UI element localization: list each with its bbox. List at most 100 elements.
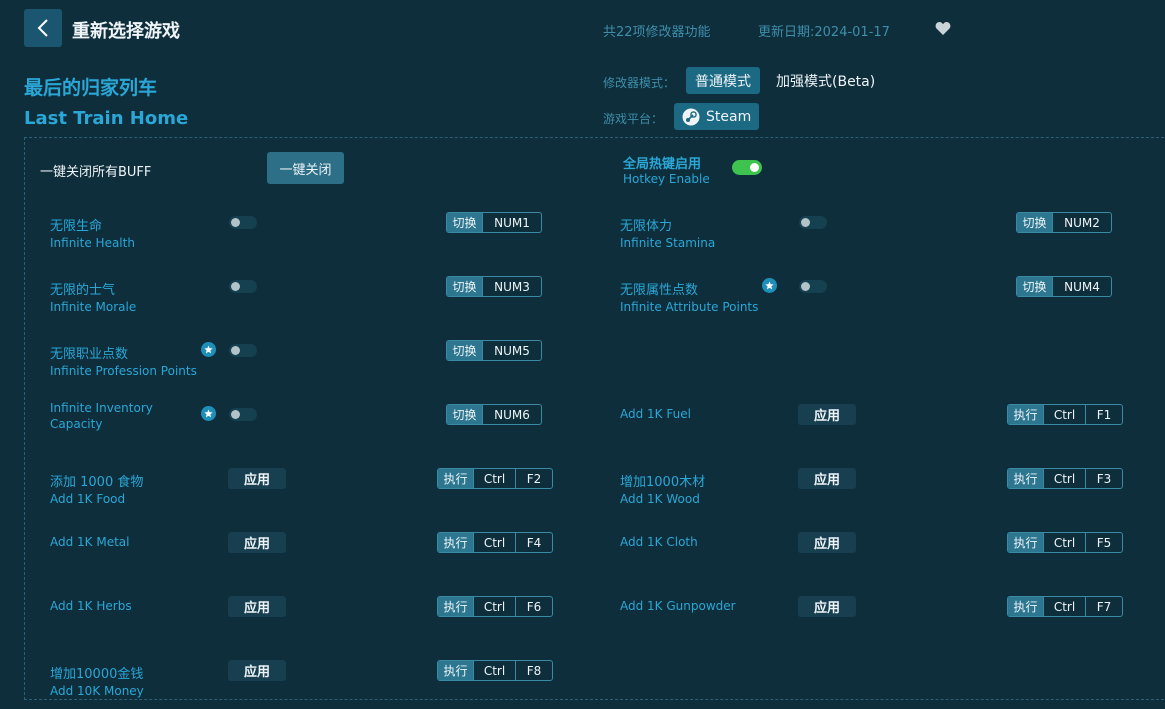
feature-count: 共22项修改器功能	[603, 25, 711, 40]
hotkey-key: Ctrl	[1043, 533, 1085, 552]
hotkey-key: NUM1	[482, 213, 541, 232]
feature-name-cn: 无限体力	[620, 219, 673, 234]
chevron-left-icon	[37, 19, 48, 37]
hotkey-binding[interactable]: 执行 Ctrl F1	[1007, 404, 1123, 425]
hotkey-mode-tag: 切换	[1017, 213, 1052, 232]
steam-platform-button[interactable]: Steam	[674, 103, 760, 130]
hotkey-mode-tag: 切换	[447, 277, 482, 296]
hotkey-mode-tag: 执行	[1008, 469, 1043, 488]
apply-button[interactable]: 应用	[228, 596, 286, 617]
star-icon	[201, 406, 216, 421]
hotkey-key: Ctrl	[1043, 405, 1085, 424]
all-off-button[interactable]: 一键关闭	[267, 152, 344, 184]
feature-name: Add 1K Cloth	[620, 535, 698, 549]
feature-name: Add 1K Gunpowder	[620, 599, 736, 613]
feature-name-en: Add 1K Cloth	[620, 535, 698, 549]
hotkey-key: F4	[515, 533, 552, 552]
hotkey-key: F1	[1085, 405, 1122, 424]
hotkey-binding[interactable]: 执行 Ctrl F3	[1007, 468, 1123, 489]
hotkey-key: F2	[515, 469, 552, 488]
hotkey-key: NUM6	[482, 405, 541, 424]
all-off-label: 一键关闭所有BUFF	[40, 165, 152, 180]
feature-name-en: Infinite Morale	[50, 300, 137, 314]
feature-name-cn: 无限的士气	[50, 283, 116, 298]
steam-icon	[682, 108, 700, 125]
hotkey-key: F7	[1085, 597, 1122, 616]
hotkey-binding[interactable]: 执行 Ctrl F4	[437, 532, 553, 553]
feature-toggle[interactable]	[799, 216, 827, 229]
feature-name-cn: 无限属性点数	[620, 283, 699, 298]
feature-toggle[interactable]	[229, 280, 257, 293]
hotkey-binding[interactable]: 切换 NUM3	[446, 276, 542, 297]
apply-button[interactable]: 应用	[798, 532, 856, 553]
feature-name-en: Infinite Health	[50, 236, 135, 250]
hotkey-binding[interactable]: 切换 NUM2	[1016, 212, 1112, 233]
feature-name-cn: 增加1000木材	[620, 475, 706, 490]
star-icon	[201, 342, 216, 357]
star-icon	[762, 278, 777, 293]
hotkey-binding[interactable]: 执行 Ctrl F5	[1007, 532, 1123, 553]
apply-button[interactable]: 应用	[798, 468, 856, 489]
hotkey-binding[interactable]: 执行 Ctrl F6	[437, 596, 553, 617]
hotkey-key: NUM4	[1052, 277, 1111, 296]
hotkey-mode-tag: 执行	[1008, 533, 1043, 552]
feature-name-cn: 无限生命	[50, 219, 103, 234]
feature-name-cn: 添加 1000 食物	[50, 475, 144, 490]
feature-panel	[24, 137, 1165, 700]
hotkey-key: F6	[515, 597, 552, 616]
feature-name-en: Add 1K Fuel	[620, 407, 691, 421]
hotkey-binding[interactable]: 切换 NUM4	[1016, 276, 1112, 297]
feature-name: 无限体力 Infinite Stamina	[620, 215, 715, 250]
hotkey-mode-tag: 执行	[438, 469, 473, 488]
game-name-en: Last Train Home	[24, 108, 189, 129]
update-date: 更新日期:2024-01-17	[758, 25, 890, 40]
feature-name: Add 1K Metal	[50, 535, 130, 549]
feature-name-en: Add 1K Herbs	[50, 599, 132, 613]
hotkey-key: F8	[515, 661, 552, 680]
feature-toggle[interactable]	[229, 216, 257, 229]
feature-name: 无限职业点数 Infinite Profession Points	[50, 343, 197, 378]
hotkey-binding[interactable]: 执行 Ctrl F2	[437, 468, 553, 489]
feature-name: 无限属性点数 Infinite Attribute Points	[620, 279, 758, 314]
feature-name-en: Infinite Stamina	[620, 236, 716, 250]
hotkey-binding[interactable]: 执行 Ctrl F8	[437, 660, 553, 681]
favorite-button[interactable]	[935, 21, 951, 40]
feature-name-en: Add 1K Wood	[620, 492, 700, 506]
hotkey-mode-tag: 执行	[438, 661, 473, 680]
hotkey-mode-tag: 执行	[438, 533, 473, 552]
feature-name-en: Infinite Inventory Capacity	[50, 401, 153, 431]
apply-button[interactable]: 应用	[798, 596, 856, 617]
hotkey-mode-tag: 切换	[1017, 277, 1052, 296]
apply-button[interactable]: 应用	[798, 404, 856, 425]
feature-name-cn: 无限职业点数	[50, 347, 129, 362]
feature-name: 添加 1000 食物 Add 1K Food	[50, 471, 143, 506]
feature-name: 无限的士气 Infinite Morale	[50, 279, 136, 314]
normal-mode-button[interactable]: 普通模式	[686, 67, 760, 94]
feature-name-en: Infinite Profession Points	[50, 364, 197, 378]
hotkey-enable-toggle[interactable]	[732, 160, 762, 175]
feature-toggle[interactable]	[229, 408, 257, 421]
hotkey-mode-tag: 执行	[1008, 597, 1043, 616]
hotkey-key: Ctrl	[473, 533, 515, 552]
apply-button[interactable]: 应用	[228, 660, 286, 681]
apply-button[interactable]: 应用	[228, 468, 286, 489]
hotkey-binding[interactable]: 切换 NUM6	[446, 404, 542, 425]
hotkey-binding[interactable]: 执行 Ctrl F7	[1007, 596, 1123, 617]
feature-toggle[interactable]	[799, 280, 827, 293]
hotkey-binding[interactable]: 切换 NUM1	[446, 212, 542, 233]
apply-button[interactable]: 应用	[228, 532, 286, 553]
hotkey-mode-tag: 切换	[447, 341, 482, 360]
hotkey-mode-tag: 切换	[447, 405, 482, 424]
heart-icon	[935, 22, 951, 35]
hotkey-binding[interactable]: 切换 NUM5	[446, 340, 542, 361]
hotkey-key: Ctrl	[473, 661, 515, 680]
back-button[interactable]	[24, 9, 62, 47]
feature-toggle[interactable]	[229, 344, 257, 357]
feature-name: Add 1K Herbs	[50, 599, 132, 613]
feature-name: 增加10000金钱 Add 10K Money	[50, 663, 144, 698]
hotkey-key: Ctrl	[1043, 597, 1085, 616]
feature-name-en: Add 1K Metal	[50, 535, 130, 549]
enhanced-mode-button[interactable]: 加强模式(Beta)	[767, 67, 884, 94]
hotkey-key: NUM5	[482, 341, 541, 360]
hotkey-key: F3	[1085, 469, 1122, 488]
